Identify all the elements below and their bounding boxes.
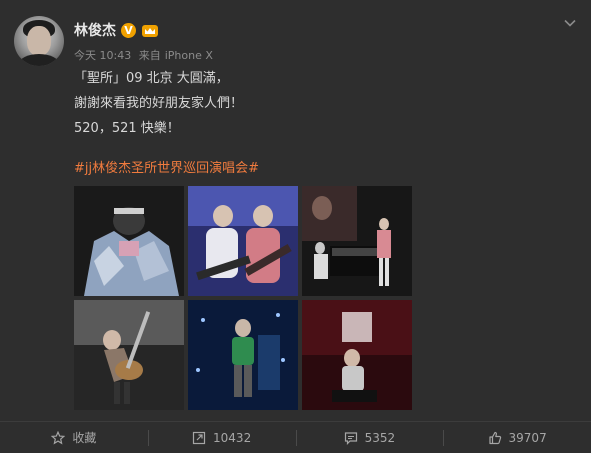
post-time[interactable]: 今天 10:43 [74,49,131,62]
photo-grid [74,186,412,410]
post-meta: 今天 10:43 来自 iPhone X [74,47,217,63]
photo-thumbnail[interactable] [188,300,298,410]
like-count: 39707 [508,430,547,445]
photo-thumbnail[interactable] [74,300,184,410]
photo-thumbnail[interactable] [188,186,298,296]
photo-thumbnail[interactable] [302,300,412,410]
post-text-line: 520，521 快樂！ [74,121,180,136]
comment-button[interactable]: 5352 [295,422,444,453]
username[interactable]: 林俊杰 [74,20,116,40]
hashtag-link[interactable]: #jj林俊杰圣所世界巡回演唱会# [74,157,259,176]
action-bar: 收藏 10432 5352 39707 [0,421,591,453]
star-icon [51,430,66,445]
like-button[interactable]: 39707 [443,422,591,453]
post-text-line: 謝謝來看我的好朋友家人們！ [74,96,244,111]
chevron-down-icon[interactable] [563,16,577,30]
thumbs-up-icon [488,431,501,444]
weibo-post-card: 林俊杰 V 今天 10:43 来自 iPhone X 「聖所」09 北京 大圓滿，… [0,0,591,453]
verified-badge-icon: V [121,22,136,38]
post-source: iPhone X [164,49,213,62]
post-text-line: 「聖所」09 北京 大圓滿， [74,71,229,86]
repost-count: 10432 [213,430,252,445]
author-row: 林俊杰 V [74,20,159,40]
post-text: 「聖所」09 北京 大圓滿， 謝謝來看我的好朋友家人們！ 520，521 快樂！ [74,66,243,141]
repost-button[interactable]: 10432 [147,422,296,453]
favorite-label: 收藏 [72,431,97,445]
favorite-button[interactable]: 收藏 [0,422,148,453]
photo-thumbnail[interactable] [74,186,184,296]
source-prefix: 来自 [138,49,161,62]
avatar[interactable] [14,16,64,66]
crown-icon [142,24,158,37]
repost-icon [192,431,206,444]
photo-thumbnail[interactable] [302,186,412,296]
comment-count: 5352 [364,430,396,445]
comment-icon [344,431,357,445]
